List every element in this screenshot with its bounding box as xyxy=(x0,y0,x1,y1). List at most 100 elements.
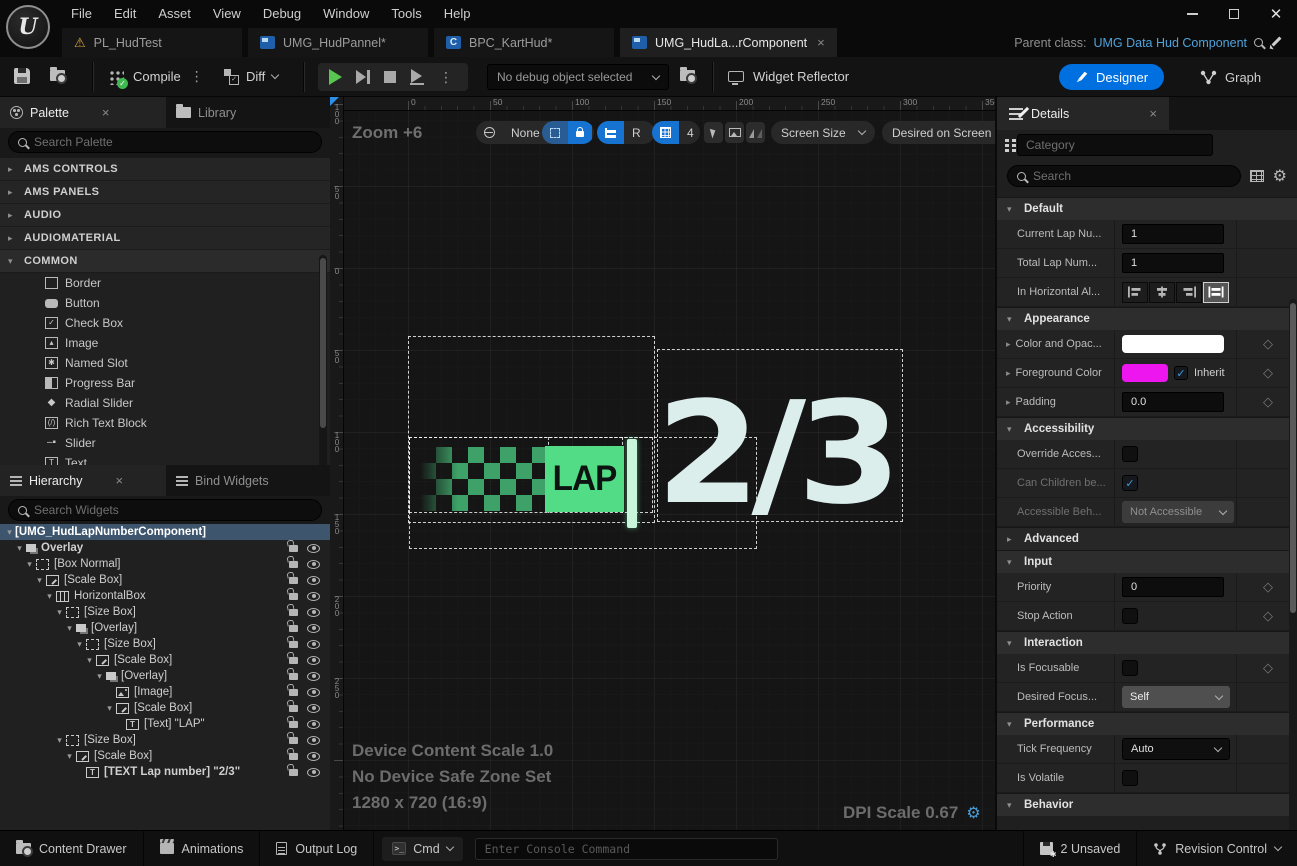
unlock-icon[interactable] xyxy=(289,753,298,760)
scrollbar-thumb[interactable] xyxy=(1290,303,1296,613)
unlock-icon[interactable] xyxy=(289,673,298,680)
parent-class-link[interactable]: UMG Data Hud Component xyxy=(1093,36,1247,50)
align-button-right[interactable] xyxy=(1176,282,1202,303)
console-command-input[interactable] xyxy=(475,838,778,860)
desired-on-screen-dropdown[interactable]: Desired on Screen xyxy=(882,121,995,144)
unlock-icon[interactable] xyxy=(289,657,298,664)
section-header-default[interactable]: ▾Default xyxy=(997,197,1297,220)
hierarchy-search-input[interactable] xyxy=(34,503,312,517)
property-checkbox[interactable]: ✓ xyxy=(1122,475,1138,491)
compile-button[interactable]: Compile ⋮ xyxy=(108,68,204,85)
lock-widgets-button[interactable] xyxy=(568,121,592,144)
lap-number-text[interactable]: 2/3 xyxy=(656,384,893,525)
compile-options-icon[interactable]: ⋮ xyxy=(190,68,204,85)
palette-item-button[interactable]: Button xyxy=(0,293,330,313)
palette-category-ams-panels[interactable]: ▸AMS PANELS xyxy=(0,181,330,204)
widget-reflector-button[interactable]: Widget Reflector xyxy=(728,69,849,84)
visibility-eye-icon[interactable] xyxy=(307,704,320,713)
screen-size-dropdown[interactable]: Screen Size xyxy=(771,121,875,144)
grid-snap-button[interactable] xyxy=(652,121,679,144)
bind-diamond-icon[interactable]: ◇ xyxy=(1263,336,1273,352)
output-log-button[interactable]: Output Log xyxy=(260,831,374,866)
document-tab-3[interactable]: UMG_HudLa...rComponent× xyxy=(620,28,837,57)
unlock-icon[interactable] xyxy=(289,561,298,568)
property-dropdown[interactable]: Not Accessible xyxy=(1122,501,1234,523)
bind-diamond-icon[interactable]: ◇ xyxy=(1263,394,1273,410)
hierarchy-search-box[interactable] xyxy=(8,499,322,521)
cmd-dropdown[interactable]: >_ Cmd xyxy=(382,837,462,861)
menu-tools[interactable]: Tools xyxy=(380,0,432,28)
unlock-icon[interactable] xyxy=(289,721,298,728)
tree-row-4[interactable]: ▾HorizontalBox xyxy=(0,588,330,604)
expand-arrow-icon[interactable]: ▸ xyxy=(1006,368,1011,379)
menu-window[interactable]: Window xyxy=(312,0,380,28)
tab-details[interactable]: Details × xyxy=(997,97,1169,130)
palette-item-rich-text-block[interactable]: (/)Rich Text Block xyxy=(0,413,330,433)
section-header-input[interactable]: ▾Input xyxy=(997,550,1297,573)
align-mode-button[interactable] xyxy=(597,121,624,144)
color-swatch[interactable] xyxy=(1122,364,1168,382)
tree-row-6[interactable]: ▾[Overlay] xyxy=(0,620,330,636)
animations-button[interactable]: Animations xyxy=(144,831,261,866)
palette-item-border[interactable]: Border xyxy=(0,273,330,293)
tab-hierarchy[interactable]: Hierarchy × xyxy=(0,465,166,496)
tree-row-12[interactable]: [Text] "LAP" xyxy=(0,716,330,732)
document-tab-0[interactable]: ⚠PL_HudTest xyxy=(62,28,242,57)
play-button[interactable] xyxy=(329,69,342,85)
visibility-eye-icon[interactable] xyxy=(307,672,320,681)
visibility-eye-icon[interactable] xyxy=(307,624,320,633)
property-checkbox[interactable] xyxy=(1122,446,1138,462)
palette-search-box[interactable] xyxy=(8,131,322,153)
palette-item-slider[interactable]: –▪Slider xyxy=(0,433,330,453)
launch-button[interactable] xyxy=(410,69,425,85)
grid-snap-pill[interactable]: 4 xyxy=(652,121,700,144)
property-input[interactable] xyxy=(1122,392,1224,412)
designer-canvas[interactable]: 050100150200250300350 1 0 05 005 01 0 01… xyxy=(330,97,995,830)
palette-item-radial-slider[interactable]: ◆Radial Slider xyxy=(0,393,330,413)
bind-diamond-icon[interactable]: ◇ xyxy=(1263,660,1273,676)
tree-row-2[interactable]: ▾[Box Normal] xyxy=(0,556,330,572)
visibility-eye-icon[interactable] xyxy=(307,592,320,601)
document-tab-2[interactable]: CBPC_KartHud* xyxy=(434,28,614,57)
tree-row-5[interactable]: ▾[Size Box] xyxy=(0,604,330,620)
unlock-icon[interactable] xyxy=(289,545,298,552)
tree-row-1[interactable]: ▾Overlay xyxy=(0,540,330,556)
close-button[interactable]: ✕ xyxy=(1255,0,1297,28)
property-checkbox[interactable] xyxy=(1122,660,1138,676)
section-header-accessibility[interactable]: ▾Accessibility xyxy=(997,417,1297,440)
close-icon[interactable]: × xyxy=(817,35,825,50)
checkered-flag-graphic[interactable] xyxy=(420,447,546,511)
palette-category-audiomaterial[interactable]: ▸AUDIOMATERIAL xyxy=(0,227,330,250)
stop-button[interactable] xyxy=(384,71,396,83)
palette-category-common[interactable]: ▾COMMON xyxy=(0,250,330,273)
unlock-icon[interactable] xyxy=(289,577,298,584)
inherit-checkbox[interactable]: ✓ xyxy=(1174,366,1188,380)
anchor-value[interactable]: None xyxy=(503,121,548,144)
align-button-left[interactable] xyxy=(1122,282,1148,303)
menu-view[interactable]: View xyxy=(202,0,252,28)
bind-diamond-icon[interactable]: ◇ xyxy=(1263,608,1273,624)
align-button-center[interactable] xyxy=(1149,282,1175,303)
property-dropdown[interactable]: Self xyxy=(1122,686,1230,708)
menu-debug[interactable]: Debug xyxy=(252,0,312,28)
tab-library[interactable]: Library xyxy=(166,97,246,128)
visibility-eye-icon[interactable] xyxy=(307,544,320,553)
tree-row-3[interactable]: ▾[Scale Box] xyxy=(0,572,330,588)
section-header-behavior[interactable]: ▾Behavior xyxy=(997,793,1297,816)
tree-row-9[interactable]: ▾[Overlay] xyxy=(0,668,330,684)
unlock-icon[interactable] xyxy=(289,593,298,600)
property-input[interactable] xyxy=(1122,253,1224,273)
property-dropdown[interactable]: Auto xyxy=(1122,738,1230,760)
visibility-eye-icon[interactable] xyxy=(307,608,320,617)
maximize-button[interactable] xyxy=(1213,0,1255,28)
tree-row-15[interactable]: [TEXT Lap number] "2/3" xyxy=(0,764,330,780)
search-icon[interactable] xyxy=(1254,38,1263,47)
palette-category-ams-controls[interactable]: ▸AMS CONTROLS xyxy=(0,158,330,181)
diff-button[interactable]: Diff xyxy=(224,69,278,84)
section-header-advanced[interactable]: ▸Advanced xyxy=(997,527,1297,550)
tree-row-13[interactable]: ▾[Size Box] xyxy=(0,732,330,748)
property-input[interactable] xyxy=(1122,577,1224,597)
visibility-eye-icon[interactable] xyxy=(307,640,320,649)
visibility-eye-icon[interactable] xyxy=(307,576,320,585)
settings-gear-icon[interactable]: ⚙ xyxy=(1273,166,1287,186)
